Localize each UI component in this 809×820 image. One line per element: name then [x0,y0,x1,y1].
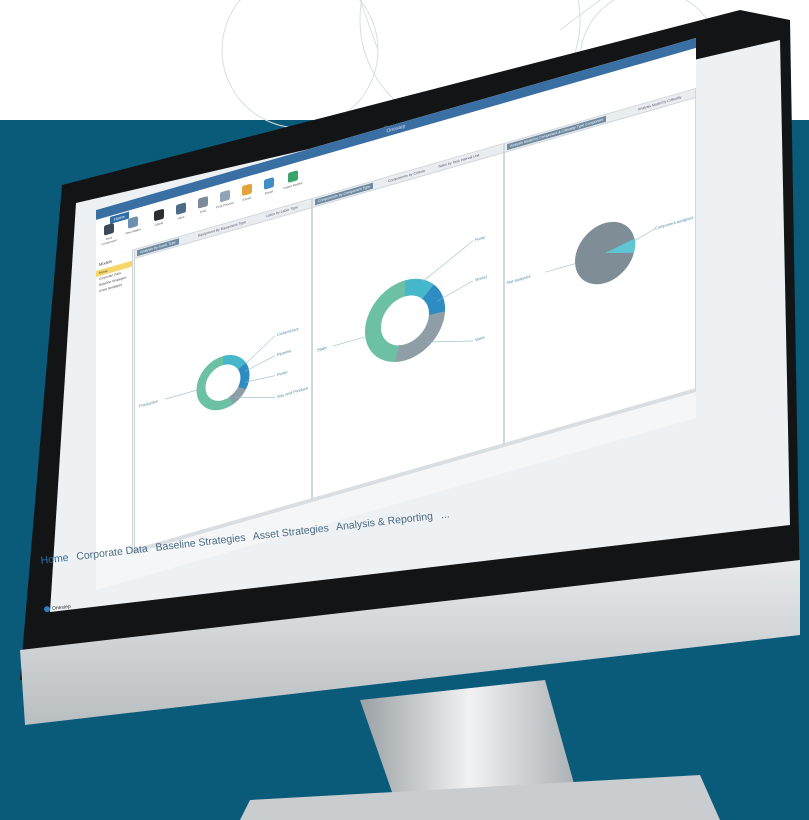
new-component-button[interactable]: New Component [98,221,120,247]
label-production: Production [139,398,158,408]
save-button[interactable]: Save [170,200,192,222]
import-models-button[interactable]: Import Models [282,168,304,190]
print-icon [198,195,208,209]
save-icon [176,202,186,216]
model-icon [128,215,138,229]
import-button[interactable]: Import [258,175,280,197]
donut-1-blue [237,362,250,390]
print-preview-icon [220,189,230,203]
export-icon [242,183,252,197]
import-models-icon [288,170,298,183]
component-icon [104,222,114,236]
nav-more[interactable]: ... [440,508,450,521]
label-vessel: Vessel [475,274,487,282]
chart-panel-3: Analysis Model by Component & Criticalit… [504,87,696,446]
chart-panel-1: Analysis by Asset Type Equipment By Equi… [134,198,312,552]
donut-1-gray [229,386,246,405]
donut-2-gray [394,311,445,363]
print-preview-button[interactable]: Print Preview [214,188,236,210]
delete-button[interactable]: Delete [148,207,170,229]
donut-chart-2: Static Pump Vessel Valve [317,234,487,363]
label-not-assigned: Not assigned [507,274,530,286]
pie-chart-3: Not assigned Component assigned [507,215,693,286]
models-sidebar: Models Home Corporate Data Baseline Stra… [96,249,133,560]
app-logo-icon [43,605,51,613]
label-gas-and-produce: Gas and Produce [277,385,309,399]
print-button[interactable]: Print [192,194,214,216]
donut-2-blue [421,284,446,316]
chart-panel-2: Components by Component Type Components … [312,143,504,501]
label-component-assigned: Component assigned [655,215,693,231]
label-static: Static [317,345,327,353]
import-icon [264,176,274,190]
delete-icon [154,208,164,222]
donut-2-teal [404,278,434,300]
label-pump: Pump [277,369,288,377]
label-valve: Valve [475,334,485,342]
label-pump-2: Pump [475,234,486,242]
donut-chart-1: Production Compressor Pipeline Pump Gas … [139,326,309,411]
label-pipeline: Pipeline [277,348,292,357]
export-button[interactable]: Export [236,182,258,204]
label-compressor: Compressor [277,326,299,337]
